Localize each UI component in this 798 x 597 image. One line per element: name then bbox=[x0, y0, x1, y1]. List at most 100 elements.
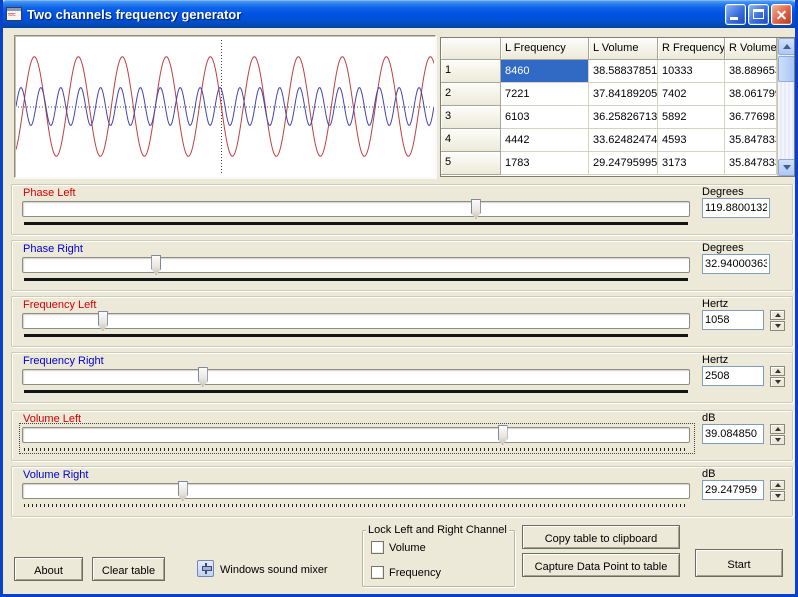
spinner-down-button[interactable] bbox=[770, 377, 785, 387]
arrow-down-icon bbox=[775, 494, 781, 498]
maximize-button[interactable] bbox=[748, 4, 769, 25]
table-cell[interactable]: 36.77698181 bbox=[725, 106, 777, 129]
row-header[interactable]: 2 bbox=[441, 83, 501, 106]
maximize-icon bbox=[753, 9, 764, 19]
table-cell[interactable]: 35.84783378 bbox=[725, 152, 777, 175]
arrow-up-icon bbox=[775, 427, 781, 431]
title-bar: Two channels frequency generator bbox=[0, 0, 798, 28]
frequency-left-label: Frequency Left bbox=[23, 299, 96, 311]
table-cell[interactable]: 7402 bbox=[658, 83, 725, 106]
table-cell[interactable]: 10333 bbox=[658, 60, 725, 83]
column-header[interactable]: R Frequency bbox=[658, 38, 725, 60]
close-button[interactable] bbox=[771, 4, 792, 25]
frequency-checkbox[interactable] bbox=[371, 566, 384, 579]
table-cell[interactable]: 38.06179973 bbox=[725, 83, 777, 106]
phase-right-section: Phase Right Degrees bbox=[11, 240, 793, 291]
scroll-up-button[interactable] bbox=[778, 38, 795, 55]
slider-thumb[interactable] bbox=[178, 481, 188, 501]
arrow-down-icon bbox=[775, 380, 781, 384]
table-cell[interactable]: 4593 bbox=[658, 129, 725, 152]
about-button[interactable]: About bbox=[14, 557, 83, 581]
table-cell[interactable]: 6103 bbox=[501, 106, 589, 129]
unit-label: Degrees bbox=[702, 186, 744, 198]
slider-thumb[interactable] bbox=[471, 199, 481, 219]
column-header[interactable]: L Volume bbox=[589, 38, 658, 60]
slider-thumb[interactable] bbox=[98, 311, 108, 331]
column-header[interactable] bbox=[441, 38, 501, 60]
phase-left-slider[interactable] bbox=[22, 201, 690, 217]
spinner-up-button[interactable] bbox=[770, 424, 785, 434]
table-scrollbar[interactable] bbox=[777, 38, 794, 176]
copy-table-button[interactable]: Copy table to clipboard bbox=[522, 525, 680, 549]
phase-right-slider[interactable] bbox=[22, 257, 690, 273]
sound-mixer-icon[interactable] bbox=[197, 560, 214, 577]
app-window: Two channels frequency generator L Frequ… bbox=[0, 0, 798, 597]
slider-ticks bbox=[24, 390, 688, 393]
start-button[interactable]: Start bbox=[695, 549, 783, 577]
frequency-left-spinner bbox=[770, 310, 785, 331]
table-cell[interactable]: 5892 bbox=[658, 106, 725, 129]
capture-data-point-button[interactable]: Capture Data Point to table bbox=[522, 553, 680, 577]
spinner-down-button[interactable] bbox=[770, 435, 785, 445]
table-cell[interactable]: 1783 bbox=[501, 152, 589, 175]
slider-thumb[interactable] bbox=[151, 255, 161, 275]
frequency-checkbox-row: Frequency bbox=[371, 566, 441, 579]
spinner-up-button[interactable] bbox=[770, 310, 785, 320]
waveform-plot bbox=[16, 37, 434, 176]
minimize-icon bbox=[730, 17, 738, 20]
arrow-up-icon bbox=[775, 369, 781, 373]
table-cell[interactable]: 29.24795995 bbox=[589, 152, 658, 175]
arrow-down-icon bbox=[775, 438, 781, 442]
clear-table-button[interactable]: Clear table bbox=[92, 557, 165, 581]
scroll-down-button[interactable] bbox=[778, 159, 795, 176]
phase-left-label: Phase Left bbox=[23, 187, 76, 199]
table-cell[interactable]: 33.62482474 bbox=[589, 129, 658, 152]
table-body: L FrequencyL VolumeR FrequencyR Volume18… bbox=[441, 38, 777, 176]
spinner-down-button[interactable] bbox=[770, 491, 785, 501]
volume-left-slider[interactable] bbox=[22, 427, 690, 443]
row-header[interactable]: 4 bbox=[441, 129, 501, 152]
unit-label: Hertz bbox=[702, 298, 728, 310]
scrollbar-thumb[interactable] bbox=[778, 56, 795, 82]
table-cell[interactable]: 38.88965344 bbox=[725, 60, 777, 83]
table-cell[interactable]: 35.84783378 bbox=[725, 129, 777, 152]
row-header[interactable]: 3 bbox=[441, 106, 501, 129]
volume-left-value[interactable] bbox=[702, 424, 764, 444]
frequency-right-slider[interactable] bbox=[22, 369, 690, 385]
row-header[interactable]: 5 bbox=[441, 152, 501, 175]
volume-right-slider[interactable] bbox=[22, 483, 690, 499]
column-header[interactable]: L Frequency bbox=[501, 38, 589, 60]
volume-checkbox-row: Volume bbox=[371, 541, 426, 554]
column-header[interactable]: R Volume bbox=[725, 38, 777, 60]
unit-label: Hertz bbox=[702, 354, 728, 366]
table-cell[interactable]: 37.84189205 bbox=[589, 83, 658, 106]
row-header[interactable]: 1 bbox=[441, 60, 501, 83]
slider-thumb[interactable] bbox=[498, 425, 508, 445]
phase-right-label: Phase Right bbox=[23, 243, 83, 255]
volume-right-spinner bbox=[770, 480, 785, 501]
frequency-right-label: Frequency Right bbox=[23, 355, 104, 367]
frequency-left-slider[interactable] bbox=[22, 313, 690, 329]
spinner-up-button[interactable] bbox=[770, 480, 785, 490]
slider-thumb[interactable] bbox=[198, 367, 208, 387]
table-cell[interactable]: 36.25826713 bbox=[589, 106, 658, 129]
frequency-right-value[interactable] bbox=[702, 366, 764, 386]
minimize-button[interactable] bbox=[725, 4, 746, 25]
frequency-left-value[interactable] bbox=[702, 310, 764, 330]
table-cell[interactable]: 7221 bbox=[501, 83, 589, 106]
table-header-row: L FrequencyL VolumeR FrequencyR Volume bbox=[441, 38, 777, 60]
phase-left-value[interactable] bbox=[702, 198, 770, 218]
phase-right-value[interactable] bbox=[702, 254, 770, 274]
table-cell[interactable]: 4442 bbox=[501, 129, 589, 152]
table-cell[interactable]: 8460 bbox=[501, 60, 589, 83]
spinner-down-button[interactable] bbox=[770, 321, 785, 331]
table-cell[interactable]: 3173 bbox=[658, 152, 725, 175]
volume-checkbox[interactable] bbox=[371, 541, 384, 554]
volume-right-value[interactable] bbox=[702, 480, 764, 500]
arrow-down-icon bbox=[783, 165, 791, 170]
table-row: 2722137.84189205740238.06179973 bbox=[441, 83, 777, 106]
arrow-up-icon bbox=[775, 483, 781, 487]
sound-mixer-label: Windows sound mixer bbox=[220, 564, 328, 576]
spinner-up-button[interactable] bbox=[770, 366, 785, 376]
table-cell[interactable]: 38.58837851 bbox=[589, 60, 658, 83]
